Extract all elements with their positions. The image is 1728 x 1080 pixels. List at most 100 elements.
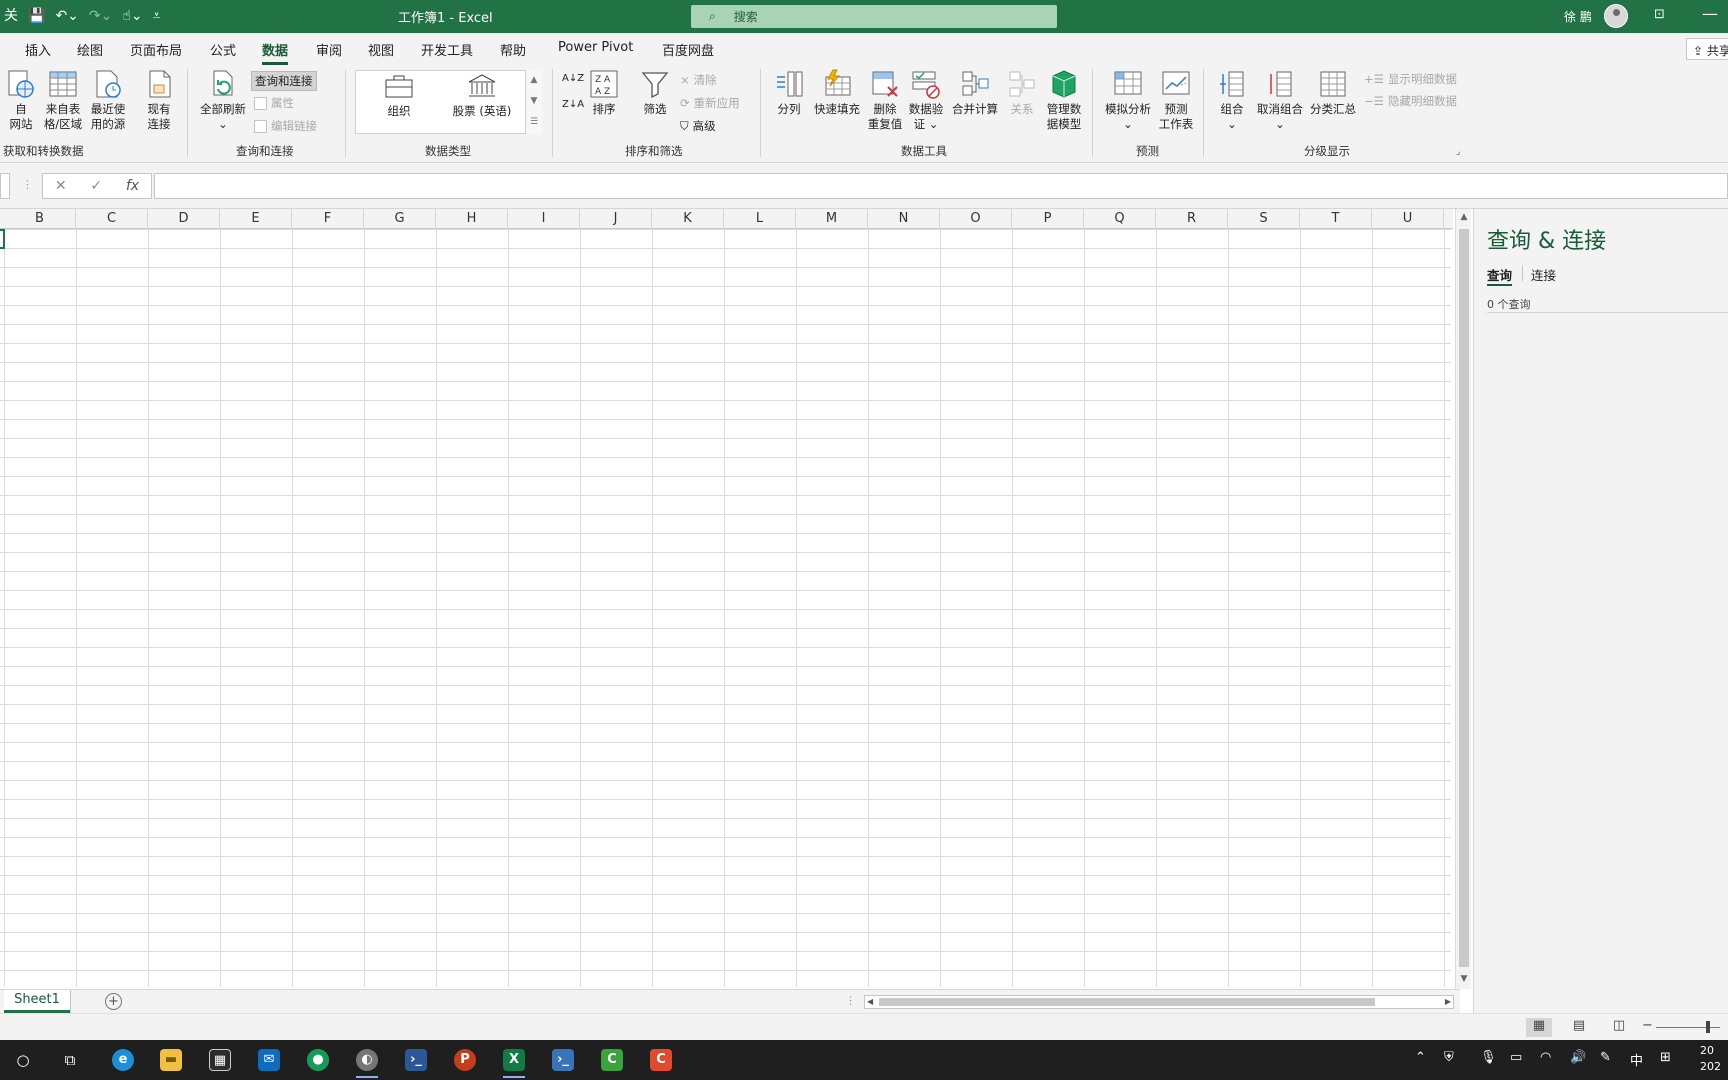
data-type-stocks[interactable]: 股票 (英语)	[446, 73, 518, 119]
task-view-icon[interactable]: ⧉	[55, 1046, 85, 1074]
ungroup-button[interactable]: 取消组合 ⌄	[1254, 69, 1306, 132]
edge-icon[interactable]: e	[108, 1046, 138, 1074]
pane-tab-queries[interactable]: 查询	[1487, 265, 1513, 286]
relationships-button[interactable]: 关系	[1004, 69, 1040, 117]
sheet-tab-sheet1[interactable]: Sheet1	[4, 990, 70, 1013]
column-header[interactable]: B	[4, 209, 76, 229]
column-header[interactable]: E	[220, 209, 292, 229]
column-header[interactable]: M	[796, 209, 868, 229]
dialog-launcher-icon[interactable]: ⌟	[1456, 147, 1460, 157]
queries-connections-button[interactable]: 查询和连接	[251, 71, 317, 91]
vertical-scrollbar[interactable]: ▲ ▼	[1455, 209, 1471, 989]
normal-view-icon[interactable]: ▦	[1526, 1018, 1552, 1037]
ime-indicator[interactable]: 中	[1630, 1050, 1643, 1069]
ribbon-display-options-icon[interactable]: ⊡	[1654, 7, 1665, 22]
column-header[interactable]: J	[580, 209, 652, 229]
share-button[interactable]: ⇪ 共享	[1686, 38, 1728, 60]
data-types-scroll[interactable]: ▲ ▼ ☰	[525, 70, 542, 134]
scroll-down-icon[interactable]: ▼	[1456, 971, 1472, 987]
sort-button[interactable]: Z AA Z 排序	[588, 69, 620, 117]
horizontal-scroll-thumb[interactable]	[879, 998, 1375, 1006]
tab-developer[interactable]: 开发工具	[421, 40, 473, 59]
consolidate-button[interactable]: 合并计算	[948, 69, 1002, 117]
wifi-icon[interactable]: ◠	[1540, 1050, 1551, 1065]
column-header[interactable]: U	[1372, 209, 1444, 229]
page-break-view-icon[interactable]: ◫	[1606, 1018, 1632, 1037]
page-layout-view-icon[interactable]: ▤	[1566, 1018, 1592, 1037]
edit-links-button[interactable]: 编辑链接	[254, 118, 317, 134]
show-detail-button[interactable]: +☰ 显示明细数据	[1364, 71, 1457, 87]
column-header[interactable]: N	[868, 209, 940, 229]
text-to-columns-button[interactable]: 分列	[771, 69, 807, 117]
minimize-button[interactable]: —	[1702, 4, 1718, 23]
sort-descending-button[interactable]: Z↓A	[562, 99, 584, 110]
column-header[interactable]: Q	[1084, 209, 1156, 229]
insert-function-icon[interactable]: fx	[126, 178, 139, 194]
column-header[interactable]: H	[436, 209, 508, 229]
formula-input[interactable]	[154, 173, 1728, 199]
undo-icon[interactable]: ↶⌄	[55, 6, 78, 26]
filter-button[interactable]: 筛选	[638, 69, 672, 117]
column-header[interactable]: O	[940, 209, 1012, 229]
from-table-button[interactable]: 来自表 格/区域	[42, 69, 84, 132]
start-search-icon[interactable]: ○	[8, 1046, 38, 1074]
confirm-entry-icon[interactable]: ✓	[90, 178, 102, 194]
subtotal-button[interactable]: 分类汇总	[1308, 69, 1358, 117]
zoom-slider[interactable]	[1656, 1027, 1720, 1028]
column-header[interactable]: T	[1300, 209, 1372, 229]
tab-review[interactable]: 审阅	[316, 40, 342, 59]
column-header[interactable]: F	[292, 209, 364, 229]
chevron-up-icon[interactable]: ▲	[526, 70, 542, 91]
properties-button[interactable]: 属性	[254, 95, 294, 111]
tab-baidu-netdisk[interactable]: 百度网盘	[662, 40, 714, 59]
powerpoint-icon[interactable]: P	[450, 1046, 480, 1074]
clear-filter-button[interactable]: ⨯ 清除	[680, 72, 717, 88]
column-header[interactable]: R	[1156, 209, 1228, 229]
touch-mode-icon[interactable]: ☝⌄	[122, 6, 142, 26]
flash-fill-button[interactable]: 快速填充	[810, 69, 864, 117]
tab-split-grip[interactable]: ⋮	[845, 994, 856, 1007]
tab-power-pivot[interactable]: Power Pivot	[558, 40, 633, 55]
cancel-entry-icon[interactable]: ✕	[55, 178, 67, 194]
refresh-all-button[interactable]: 全部刷新 ⌄	[196, 69, 250, 132]
tab-view[interactable]: 视图	[368, 40, 394, 59]
group-button[interactable]: 组合 ⌄	[1214, 69, 1250, 132]
from-web-button[interactable]: 自 网站	[4, 69, 38, 132]
excel-icon[interactable]: X	[499, 1046, 529, 1078]
vertical-scroll-thumb[interactable]	[1459, 229, 1469, 967]
chrome-icon[interactable]: ●	[303, 1046, 333, 1074]
powershell-icon[interactable]: ›_	[401, 1046, 431, 1074]
clock[interactable]: 20 202	[1700, 1043, 1721, 1075]
recent-sources-button[interactable]: 最近使 用的源	[88, 69, 128, 132]
user-name[interactable]: 徐 鹏	[1564, 8, 1592, 25]
file-explorer-icon[interactable]: ▬	[156, 1046, 186, 1074]
hide-detail-button[interactable]: −☰ 隐藏明细数据	[1364, 93, 1457, 109]
tab-formulas[interactable]: 公式	[210, 40, 236, 59]
avatar[interactable]	[1604, 4, 1628, 28]
reapply-filter-button[interactable]: ⟳ 重新应用	[680, 95, 740, 111]
tab-insert[interactable]: 插入	[25, 40, 51, 59]
forecast-sheet-button[interactable]: 预测 工作表	[1156, 69, 1196, 132]
horizontal-scrollbar[interactable]: ◀ ▶	[864, 995, 1454, 1009]
redo-icon[interactable]: ↷⌄	[89, 6, 112, 26]
active-cell[interactable]	[0, 229, 5, 249]
mail-icon[interactable]: ✉	[254, 1046, 284, 1074]
store-icon[interactable]: ▦	[205, 1046, 235, 1074]
customize-qat-icon[interactable]: ⩡	[153, 6, 161, 26]
microphone-icon[interactable]: 🎙	[1480, 1050, 1497, 1065]
tab-draw[interactable]: 绘图	[77, 40, 103, 59]
show-hidden-icons[interactable]: ⌃	[1415, 1050, 1426, 1065]
camtasia-icon[interactable]: C	[597, 1046, 627, 1074]
tab-help[interactable]: 帮助	[500, 40, 526, 59]
column-header[interactable]: P	[1012, 209, 1084, 229]
data-type-organization[interactable]: 组织	[374, 73, 424, 119]
scroll-right-icon[interactable]: ▶	[1445, 996, 1451, 1008]
battery-icon[interactable]: ▭	[1510, 1050, 1522, 1065]
column-header[interactable]: C	[76, 209, 148, 229]
scroll-up-icon[interactable]: ▲	[1456, 209, 1472, 225]
vpn-icon[interactable]: ⛨	[1444, 1050, 1454, 1065]
search-box[interactable]: ⌕ 搜索	[691, 5, 1057, 28]
ime-mode-icon[interactable]: ⊞	[1660, 1050, 1671, 1065]
chrome-app-icon[interactable]: ◐	[352, 1046, 382, 1078]
terminal-icon[interactable]: ›_	[548, 1046, 578, 1074]
